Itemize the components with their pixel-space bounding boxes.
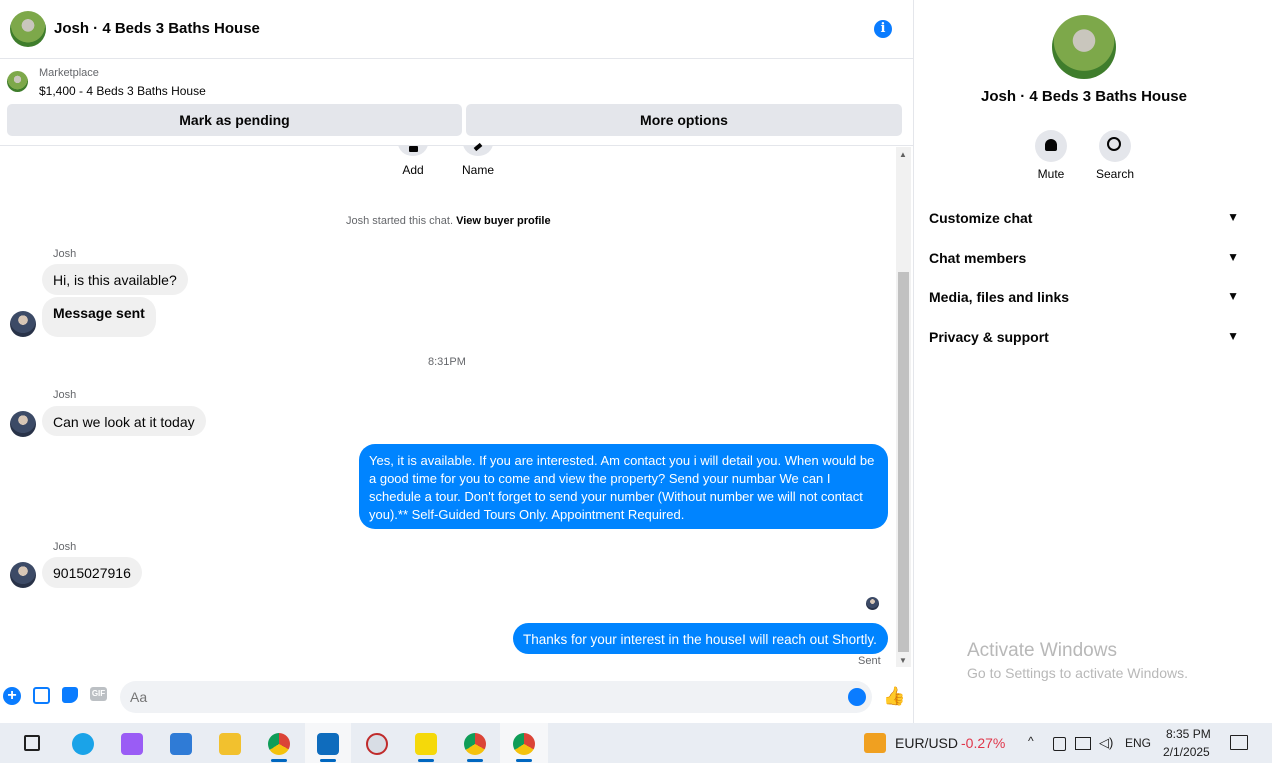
sticky-notes-icon[interactable] bbox=[415, 733, 437, 755]
chrome-icon[interactable] bbox=[268, 733, 290, 755]
sticker-icon[interactable] bbox=[62, 687, 78, 703]
stock-ticker-icon[interactable] bbox=[864, 733, 886, 753]
section-label: Privacy & support bbox=[929, 329, 1049, 345]
sender-name: Josh bbox=[53, 389, 77, 401]
message-input[interactable] bbox=[120, 681, 872, 713]
chevron-down-icon: ▼ bbox=[1227, 329, 1239, 343]
active-app-indicator bbox=[418, 759, 434, 762]
plus-icon[interactable]: + bbox=[3, 687, 21, 705]
chat-started-notice: Josh started this chat. View buyer profi… bbox=[346, 215, 551, 227]
like-icon[interactable]: 👍 bbox=[883, 686, 905, 706]
header-divider bbox=[0, 145, 913, 146]
listing-avatar[interactable] bbox=[10, 11, 46, 47]
mute-button[interactable] bbox=[1035, 130, 1067, 162]
listing-thumbnail[interactable] bbox=[7, 71, 28, 92]
active-app-indicator bbox=[320, 759, 336, 762]
active-app-indicator bbox=[516, 759, 532, 762]
read-receipt-avatar bbox=[866, 597, 879, 610]
language-indicator[interactable]: ENG bbox=[1125, 736, 1151, 750]
search-icon bbox=[1107, 137, 1121, 151]
chevron-down-icon: ▼ bbox=[1227, 210, 1239, 224]
timestamp: 8:31PM bbox=[428, 356, 466, 368]
buyer-avatar[interactable] bbox=[10, 311, 36, 337]
outlook-icon[interactable] bbox=[317, 733, 339, 755]
message-bubble[interactable]: Message sent bbox=[42, 297, 156, 337]
mark-as-pending-button[interactable]: Mark as pending bbox=[7, 104, 462, 136]
listing-title[interactable]: $1,400 - 4 Beds 3 Baths House bbox=[39, 84, 206, 98]
sender-name: Josh bbox=[53, 248, 77, 260]
chevron-up-icon[interactable]: ^ bbox=[1028, 734, 1034, 748]
section-label: Media, files and links bbox=[929, 289, 1070, 305]
message-bubble[interactable]: 9015027916 bbox=[42, 557, 142, 588]
volume-icon[interactable]: ◁) bbox=[1099, 735, 1113, 751]
customize-chat-section[interactable]: Customize chat ▼ bbox=[929, 210, 1241, 226]
chat-members-section[interactable]: Chat members ▼ bbox=[929, 250, 1241, 266]
marketplace-label: Marketplace bbox=[39, 67, 99, 79]
chat-title[interactable]: Josh · 4 Beds 3 Baths House bbox=[54, 20, 260, 37]
clock-time[interactable]: 8:35 PM bbox=[1166, 727, 1211, 741]
clock-date[interactable]: 2/1/2025 bbox=[1163, 745, 1210, 759]
device-icon[interactable] bbox=[1053, 737, 1066, 751]
section-label: Chat members bbox=[929, 250, 1027, 266]
active-app-indicator bbox=[271, 759, 287, 762]
conversation-avatar[interactable] bbox=[1052, 15, 1116, 79]
ticker-value[interactable]: -0.27% bbox=[961, 735, 1005, 751]
search-button[interactable] bbox=[1099, 130, 1131, 162]
active-app-indicator bbox=[467, 759, 483, 762]
notification-icon[interactable] bbox=[1230, 735, 1248, 750]
file-explorer-icon[interactable] bbox=[219, 733, 241, 755]
view-buyer-profile-link[interactable]: View buyer profile bbox=[456, 215, 551, 227]
add-person-icon bbox=[409, 146, 418, 152]
conversation-title: Josh · 4 Beds 3 Baths House bbox=[981, 88, 1187, 105]
scroll-up-arrow-icon[interactable]: ▲ bbox=[899, 150, 907, 159]
bell-icon bbox=[1045, 139, 1057, 151]
buyer-avatar[interactable] bbox=[10, 411, 36, 437]
outgoing-message-bubble[interactable]: Yes, it is available. If you are interes… bbox=[359, 444, 888, 529]
media-files-links-section[interactable]: Media, files and links ▼ bbox=[929, 289, 1241, 305]
emoji-icon[interactable] bbox=[848, 688, 866, 706]
message-bubble[interactable]: Can we look at it today bbox=[42, 406, 206, 436]
search-label: Search bbox=[1095, 167, 1135, 181]
copilot-icon[interactable] bbox=[121, 733, 143, 755]
sent-status: Sent bbox=[858, 655, 881, 667]
task-view-icon[interactable] bbox=[24, 735, 40, 751]
buyer-avatar[interactable] bbox=[10, 562, 36, 588]
photo-icon[interactable] bbox=[33, 687, 50, 704]
window-scrollbar[interactable] bbox=[1256, 0, 1272, 723]
section-label: Customize chat bbox=[929, 210, 1033, 226]
network-icon[interactable] bbox=[1075, 737, 1091, 750]
chevron-down-icon: ▼ bbox=[1227, 250, 1239, 264]
privacy-support-section[interactable]: Privacy & support ▼ bbox=[929, 329, 1241, 345]
gif-icon[interactable]: GIF bbox=[90, 687, 107, 701]
scrollbar-thumb[interactable] bbox=[898, 272, 909, 652]
chevron-down-icon: ▼ bbox=[1227, 289, 1239, 303]
microsoft-store-icon[interactable] bbox=[170, 733, 192, 755]
activate-windows-subtitle: Go to Settings to activate Windows. bbox=[967, 665, 1188, 681]
chat-started-text: Josh started this chat. bbox=[346, 215, 453, 227]
scroll-down-arrow-icon[interactable]: ▼ bbox=[899, 656, 907, 665]
conversation-details-panel bbox=[913, 0, 1256, 723]
name-label: Name bbox=[461, 163, 494, 177]
sender-name: Josh bbox=[53, 541, 77, 553]
add-label: Add bbox=[402, 163, 424, 177]
snipping-tool-icon[interactable] bbox=[366, 733, 388, 755]
more-options-button[interactable]: More options bbox=[466, 104, 902, 136]
chrome-profile-icon[interactable] bbox=[464, 733, 486, 755]
activate-windows-title: Activate Windows bbox=[967, 640, 1117, 661]
edge-icon[interactable] bbox=[72, 733, 94, 755]
message-bubble[interactable]: Hi, is this available? bbox=[42, 264, 188, 295]
chrome-active-icon[interactable] bbox=[513, 733, 535, 755]
ticker-label[interactable]: EUR/USD bbox=[895, 735, 958, 751]
info-icon[interactable]: i bbox=[874, 20, 892, 38]
outgoing-message-bubble[interactable]: Thanks for your interest in the houseI w… bbox=[513, 623, 888, 654]
mute-label: Mute bbox=[1037, 167, 1065, 181]
